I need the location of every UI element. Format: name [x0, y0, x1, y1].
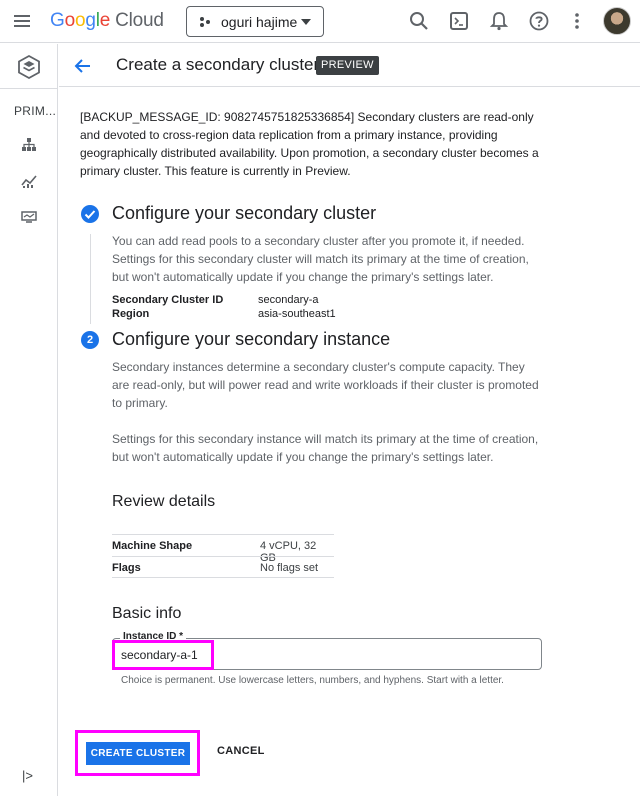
step-number-icon: 2 — [81, 331, 99, 349]
back-arrow-icon[interactable] — [73, 56, 93, 76]
logo-letter: e — [99, 10, 111, 31]
review-key: Flags — [112, 562, 141, 574]
step1-description: You can add read pools to a secondary cl… — [112, 234, 529, 284]
main-content: [BACKUP_MESSAGE_ID: 9082745751825336854]… — [59, 88, 640, 796]
project-name: oguri hajime — [221, 14, 298, 30]
expand-rail-icon[interactable]: |> — [22, 768, 33, 783]
basic-info-title: Basic info — [112, 605, 182, 622]
google-cloud-logo[interactable]: Google Cloud — [50, 10, 164, 32]
project-picker-icon — [200, 17, 210, 27]
field-key: Region — [112, 308, 150, 320]
logo-letter: G — [50, 10, 65, 31]
menu-icon[interactable] — [12, 11, 32, 31]
alloydb-logo-icon[interactable] — [16, 54, 42, 80]
step-number: 2 — [86, 334, 94, 346]
field-key: Secondary Cluster ID — [112, 294, 224, 306]
cancel-button[interactable]: CANCEL — [217, 745, 265, 757]
rail-divider — [0, 88, 57, 89]
review-key: Machine Shape — [112, 540, 193, 552]
logo-cloud-text: Cloud — [115, 10, 164, 31]
step2-note: Settings for this secondary instance wil… — [112, 432, 539, 464]
preview-badge: PREVIEW — [316, 56, 379, 75]
logo-letter: o — [64, 10, 76, 31]
review-row: Flags No flags set — [112, 556, 334, 578]
step-connector — [90, 234, 91, 324]
search-icon[interactable] — [408, 10, 430, 32]
review-value: No flags set — [260, 562, 319, 574]
top-bar: Google Cloud oguri hajime — [0, 0, 640, 43]
field-value: secondary-a — [258, 294, 319, 306]
logo-letter: o — [74, 10, 86, 31]
review-table: Machine Shape 4 vCPU, 32 GB Flags No fla… — [112, 534, 334, 578]
rail-title: PRIM... — [14, 104, 57, 118]
page-header: Create a secondary cluster PREVIEW — [59, 44, 640, 87]
monitoring-icon[interactable] — [21, 173, 37, 189]
help-icon[interactable] — [528, 10, 550, 32]
review-row: Machine Shape 4 vCPU, 32 GB — [112, 534, 334, 564]
create-button-highlight: CREATE CLUSTER — [75, 730, 200, 776]
intro-text: [BACKUP_MESSAGE_ID: 9082745751825336854]… — [80, 110, 539, 178]
review-details-title: Review details — [112, 493, 216, 510]
hierarchy-icon[interactable] — [21, 137, 37, 153]
project-picker[interactable]: oguri hajime — [186, 6, 324, 37]
more-vert-icon[interactable] — [566, 10, 588, 32]
step2-title[interactable]: Configure your secondary instance — [112, 329, 390, 350]
terminal-icon[interactable] — [448, 10, 470, 32]
create-cluster-button[interactable]: CREATE CLUSTER — [86, 742, 190, 765]
instance-id-field[interactable]: Instance ID * — [112, 631, 542, 670]
logo-letter: g — [85, 10, 96, 31]
dashboard-icon[interactable] — [21, 209, 37, 225]
instance-id-hint: Choice is permanent. Use lowercase lette… — [121, 675, 504, 686]
caret-down-icon — [301, 19, 311, 25]
page-title: Create a secondary cluster — [116, 55, 320, 74]
avatar[interactable] — [603, 7, 631, 35]
bell-icon[interactable] — [488, 10, 510, 32]
instance-id-input[interactable] — [121, 646, 521, 664]
step1-title[interactable]: Configure your secondary cluster — [112, 203, 376, 224]
step-complete-icon — [81, 205, 99, 223]
step2-description: Secondary instances determine a secondar… — [112, 360, 539, 410]
instance-id-label: Instance ID * — [120, 631, 187, 642]
left-rail: PRIM... |> — [0, 44, 58, 796]
field-value: asia-southeast1 — [258, 308, 336, 320]
